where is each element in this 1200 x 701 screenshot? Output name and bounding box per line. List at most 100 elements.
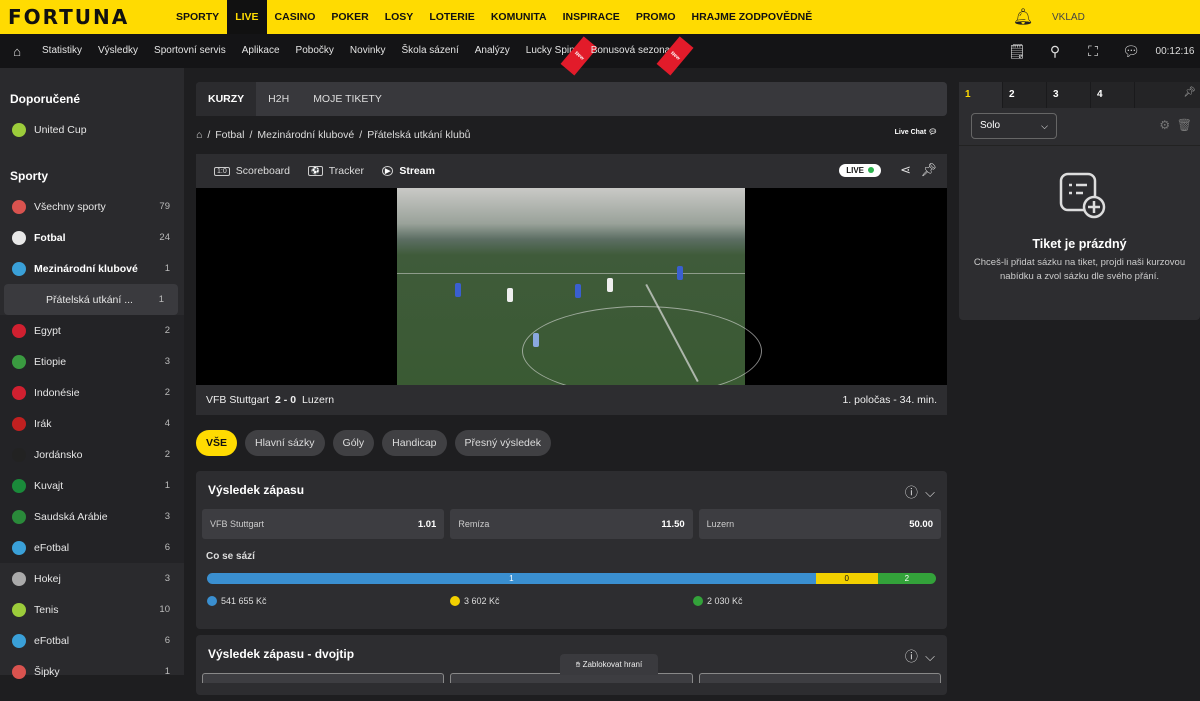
trash-icon[interactable]: 🗑︎ (1177, 118, 1192, 132)
topnav-losy[interactable]: LOSY (377, 0, 422, 34)
live-chat-button[interactable]: Live Chat 💬︎ (895, 128, 937, 136)
home-icon[interactable]: ⌂ (0, 44, 34, 59)
scan-icon[interactable]: ⛶ (1074, 43, 1112, 60)
subnav-aplikace[interactable]: Aplikace (234, 34, 288, 68)
chevron-down-icon[interactable]: ⌵ (925, 485, 935, 500)
filter-hlavni-sazky[interactable]: Hlavní sázky (245, 430, 325, 456)
match-score: 2 - 0 (275, 394, 297, 406)
sidebar-item-label: Přátelská utkání ... (46, 293, 133, 306)
topnav-casino[interactable]: CASINO (267, 0, 324, 34)
odd-home[interactable]: VFB Stuttgart 1.01 (202, 509, 445, 539)
tab-kurzy[interactable]: KURZY (196, 82, 257, 116)
market-title-text: Výsledek zápasu (208, 483, 305, 497)
stake-dot (207, 596, 217, 606)
stake-away: 2 030 Kč (693, 596, 743, 606)
sidebar-item[interactable]: eFotbal 6 (0, 532, 184, 563)
topnav-live[interactable]: LIVE (227, 0, 267, 34)
fortuna-logo[interactable]: FORTUNA (8, 5, 168, 29)
info-icon[interactable]: ⓘ (905, 485, 918, 500)
spacer-icon (24, 293, 38, 307)
sidebar-item[interactable]: Tenis 10 (0, 594, 184, 625)
stream-tabs: 1:0 Scoreboard ⚽ Tracker ▶ Stream LIVE ⋖ 📌︎ (196, 154, 947, 188)
pin-icon[interactable]: 📌︎ (1183, 87, 1196, 98)
topnav-poker[interactable]: POKER (323, 0, 376, 34)
filter-goly[interactable]: Góly (332, 430, 375, 456)
sidebar-item[interactable]: Jordánsko 2 (0, 439, 184, 470)
ticket-type-select[interactable]: Solo ⌵ (971, 113, 1057, 139)
home-icon[interactable]: ⌂ (196, 129, 202, 141)
topnav-komunita[interactable]: KOMUNITA (483, 0, 555, 34)
block-gambling-button[interactable]: ✋︎ Zablokovat hraní (560, 654, 658, 675)
topnav-sporty[interactable]: SPORTY (168, 0, 227, 34)
subnav-novinky[interactable]: Novinky (342, 34, 394, 68)
share-icon[interactable]: ⋖ (900, 162, 911, 178)
breadcrumb-pratelska[interactable]: Přátelská utkání klubů (367, 129, 470, 141)
topnav-loterie[interactable]: LOTERIE (421, 0, 483, 34)
sidebar-item[interactable]: Všechny sporty 79 (0, 191, 184, 222)
market-title[interactable]: Výsledek zápasu ⓘ ⌵ (196, 471, 947, 509)
subnav-statistiky[interactable]: Statistiky (34, 34, 90, 68)
subnav-vysledky[interactable]: Výsledky (90, 34, 146, 68)
breadcrumb-fotbal[interactable]: Fotbal (215, 129, 244, 141)
sidebar-item[interactable]: Egypt 2 (0, 315, 184, 346)
filter-handicap[interactable]: Handicap (382, 430, 447, 456)
pin-icon[interactable]: 📌︎ (920, 162, 937, 178)
topnav-hrajme[interactable]: HRAJME ZODPOVĚDNĚ (683, 0, 820, 34)
breadcrumb-mezinarodni[interactable]: Mezinárodní klubové (257, 129, 354, 141)
settings-icon[interactable]: ⚙ (1159, 118, 1170, 132)
sidebar-item[interactable]: Hokej 3 (0, 563, 184, 594)
sidebar-item[interactable]: Fotbal 24 (0, 222, 184, 253)
receipt-icon[interactable]: 🗒︎ (998, 43, 1036, 60)
sidebar-item[interactable]: Kuvajt 1 (0, 470, 184, 501)
sidebar-item-label: Jordánsko (34, 448, 83, 461)
top-bar: FORTUNA SPORTY LIVE CASINO POKER LOSY LO… (0, 0, 1200, 34)
tracker-tab[interactable]: ⚽ Tracker (308, 165, 364, 177)
sidebar-item[interactable]: Etiopie 3 (0, 346, 184, 377)
sport-icon (12, 602, 26, 617)
select-value: Solo (980, 120, 1001, 131)
ticket-tab-3[interactable]: 3 (1047, 82, 1091, 108)
sidebar-item[interactable]: Šipky 1 (0, 656, 184, 687)
subnav-lucky-spin[interactable]: Lucky Spin New (518, 34, 599, 76)
sidebar-item[interactable]: Irák 4 (0, 408, 184, 439)
sidebar-item-count: 3 (164, 356, 170, 367)
subnav-skola-sazeni[interactable]: Škola sázení (393, 34, 466, 68)
chevron-down-icon: ⌵ (1041, 121, 1048, 131)
chevron-down-icon[interactable]: ⌵ (925, 649, 935, 664)
sport-icon (12, 540, 26, 555)
odd-label: VFB Stuttgart (210, 519, 265, 529)
sidebar-item-united-cup[interactable]: United Cup (0, 114, 184, 145)
market-title-text: Výsledek zápasu - dvojtip (208, 647, 355, 661)
sidebar-item[interactable]: Indonésie 2 (0, 377, 184, 408)
ticket-tab-1[interactable]: 1 (959, 82, 1003, 108)
search-icon[interactable]: ⚲ (1036, 43, 1074, 60)
stream-tab[interactable]: ▶ Stream (381, 165, 435, 177)
deposit-button[interactable]: VKLAD (1052, 12, 1200, 23)
odd-away[interactable]: Luzern 50.00 (698, 509, 941, 539)
sidebar-item[interactable]: eFotbal 6 (0, 625, 184, 656)
chat-icon[interactable]: 💬︎ (1112, 43, 1150, 60)
filter-presny-vysledek[interactable]: Přesný výsledek (454, 430, 551, 456)
topnav-inspirace[interactable]: INSPIRACE (555, 0, 628, 34)
odd-draw[interactable]: Remíza 11.50 (450, 509, 693, 539)
odd-value: 1.01 (417, 518, 437, 530)
bell-icon[interactable]: 🔔︎ (1006, 7, 1040, 27)
topnav-promo[interactable]: PROMO (628, 0, 684, 34)
subnav-pobocky[interactable]: Pobočky (288, 34, 342, 68)
sidebar-item[interactable]: Saudská Arábie 3 (0, 501, 184, 532)
filter-vse[interactable]: VŠE (196, 430, 238, 456)
tab-moje-tikety[interactable]: MOJE TIKETY (301, 82, 394, 116)
sidebar-item[interactable]: Přátelská utkání ... 1 (4, 284, 178, 315)
sidebar-item[interactable]: Mezinárodní klubové 1 (0, 253, 184, 284)
subnav-bonusova-sezona[interactable]: Bonusová sezona New (583, 34, 694, 76)
tab-h2h[interactable]: H2H (256, 82, 301, 116)
ticket-tab-2[interactable]: 2 (1003, 82, 1047, 108)
subnav-sportovni-servis[interactable]: Sportovní servis (146, 34, 234, 68)
bet-split-segment: 2 (877, 573, 936, 584)
subnav-analyzy[interactable]: Analýzy (467, 34, 518, 68)
bet-split-segment: 1 (207, 573, 816, 584)
video-stream[interactable] (196, 188, 947, 396)
scoreboard-tab[interactable]: 1:0 Scoreboard (214, 165, 290, 177)
ticket-tab-4[interactable]: 4 (1091, 82, 1135, 108)
info-icon[interactable]: ⓘ (905, 649, 918, 664)
